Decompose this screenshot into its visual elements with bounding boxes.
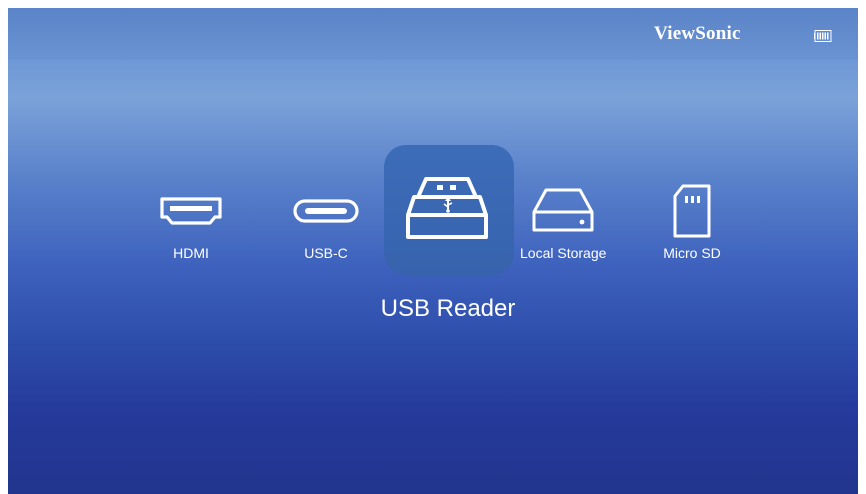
- hdmi-icon: [160, 197, 222, 225]
- usb-c-icon: [293, 199, 359, 223]
- source-hdmi[interactable]: HDMI: [151, 181, 231, 261]
- battery-icon: [814, 30, 832, 42]
- source-micro-sd[interactable]: Micro SD: [652, 181, 732, 261]
- input-source-screen: ViewSonic HDMI USB-C USB Reader Local St…: [8, 8, 858, 494]
- brand-logo: ViewSonic: [654, 23, 741, 44]
- selected-source-label: USB Reader: [380, 295, 516, 322]
- hard-drive-icon: [532, 188, 594, 232]
- usb-drive-icon: [406, 177, 488, 239]
- micro-sd-icon: [673, 184, 711, 238]
- source-label-usb-c: USB-C: [304, 245, 348, 261]
- source-label-micro-sd: Micro SD: [663, 245, 721, 261]
- source-usb-reader[interactable]: [384, 145, 514, 275]
- source-usb-c[interactable]: USB-C: [286, 181, 366, 261]
- top-bar: ViewSonic: [8, 8, 858, 60]
- source-local-storage[interactable]: Local Storage: [520, 181, 606, 261]
- source-label-local-storage: Local Storage: [520, 245, 607, 261]
- source-label-hdmi: HDMI: [173, 245, 209, 261]
